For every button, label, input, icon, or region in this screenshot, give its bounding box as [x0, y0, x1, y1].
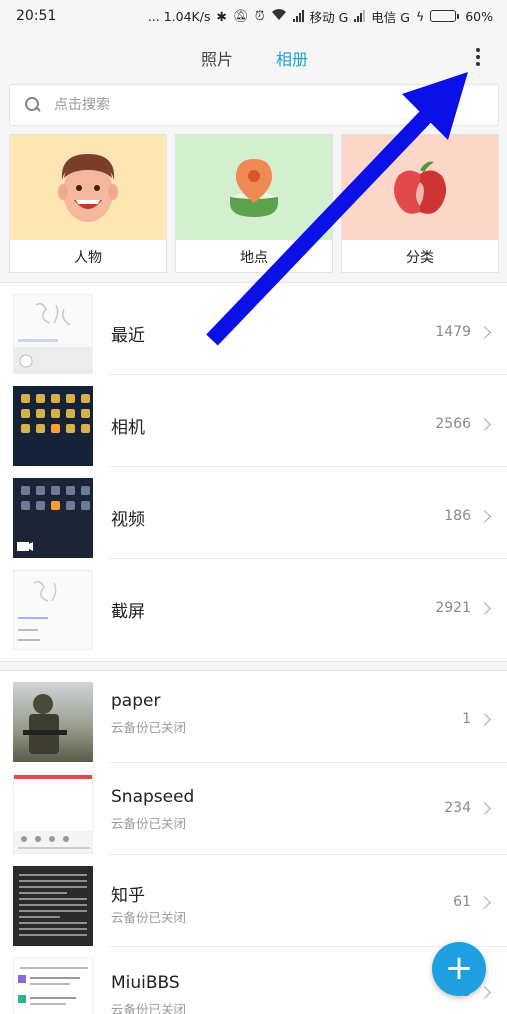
album-row-recent[interactable]: 最近 1479 [0, 283, 507, 375]
bluetooth-icon: ✱ [216, 8, 227, 24]
status-time: 20:51 [16, 8, 57, 24]
album-count: 1479 [435, 324, 471, 340]
album-name: paper [111, 691, 161, 711]
chevron-right-icon [478, 510, 491, 523]
category-people[interactable]: 人物 [9, 134, 167, 273]
album-count: 2921 [435, 600, 471, 616]
tab-photos[interactable]: 照片 [201, 46, 233, 70]
album-name: 截屏 [111, 602, 145, 622]
carrier-1: 移动 G [309, 9, 349, 25]
backup-status: 云备份已关闭 [111, 720, 187, 735]
status-indicators: ... 1.04K/s ✱ 🔕︎ ⏰︎ 移动 G 电信 G ϟ 60% [148, 7, 493, 26]
album-thumbnail [13, 294, 93, 374]
album-name: 最近 [111, 326, 145, 346]
tab-albums[interactable]: 相册 [276, 46, 308, 70]
battery-icon [430, 10, 460, 22]
chevron-right-icon [478, 802, 491, 815]
search-input[interactable] [54, 97, 454, 113]
signal-icon [292, 10, 304, 22]
album-name: 知乎 [111, 886, 145, 906]
location-pin-icon [176, 135, 332, 240]
album-row-video[interactable]: 视频 186 [0, 467, 507, 559]
charging-icon: ϟ [415, 8, 425, 24]
header: 照片 相册 [0, 32, 507, 82]
carrier-2: 电信 G [371, 9, 410, 25]
album-row-miuibbs[interactable]: MiuiBBS 云备份已关闭 5 [0, 947, 507, 1014]
album-count: 61 [453, 894, 471, 910]
chevron-right-icon [478, 418, 491, 431]
album-row-snapseed[interactable]: Snapseed 云备份已关闭 234 [0, 763, 507, 855]
backup-status: 云备份已关闭 [111, 1002, 187, 1014]
album-count: 186 [444, 508, 471, 524]
chevron-right-icon [478, 326, 491, 339]
album-name: MiuiBBS [111, 973, 180, 993]
category-things[interactable]: 分类 [341, 134, 499, 273]
face-icon [10, 135, 166, 240]
album-thumbnail [13, 570, 93, 650]
album-count: 2566 [435, 416, 471, 432]
category-label: 人物 [74, 249, 102, 266]
album-thumbnail [13, 866, 93, 946]
chevron-right-icon [478, 713, 491, 726]
album-name: Snapseed [111, 787, 195, 807]
network-speed: ... 1.04K/s [147, 8, 211, 24]
search-icon [24, 96, 42, 114]
album-row-camera[interactable]: 相机 2566 [0, 375, 507, 467]
album-thumbnail [13, 958, 93, 1014]
album-thumbnail [13, 774, 93, 854]
battery-percent: 60% [465, 8, 493, 24]
album-name: 视频 [111, 510, 145, 530]
wifi-icon [271, 8, 287, 24]
search-bar[interactable] [9, 84, 499, 126]
category-label: 分类 [406, 249, 434, 266]
alarm-icon: ⏰︎ [254, 8, 265, 23]
album-row-screenshots[interactable]: 截屏 2921 [0, 559, 507, 663]
chevron-right-icon [478, 986, 491, 999]
chevron-right-icon [478, 602, 491, 615]
album-thumbnail [13, 386, 93, 466]
other-album-list: paper 云备份已关闭 1 Snapseed 云备份已关闭 234 知乎 云备… [0, 670, 507, 1014]
chevron-right-icon [478, 896, 491, 909]
album-row-paper[interactable]: paper 云备份已关闭 1 [0, 671, 507, 763]
apple-icon [342, 135, 498, 240]
album-list: 最近 1479 相机 2566 视频 186 截屏 2921 [0, 282, 507, 662]
album-row-zhihu[interactable]: 知乎 云备份已关闭 61 [0, 855, 507, 947]
backup-status: 云备份已关闭 [111, 910, 187, 925]
album-count: 1 [462, 711, 471, 727]
more-vertical-icon[interactable] [471, 46, 485, 68]
album-name: 相机 [111, 418, 145, 438]
category-label: 地点 [240, 249, 268, 266]
category-cards: 人物 地点 分类 [9, 134, 500, 274]
status-bar: 20:51 ... 1.04K/s ✱ 🔕︎ ⏰︎ 移动 G 电信 G ϟ 60… [0, 0, 507, 32]
album-thumbnail [13, 478, 93, 558]
album-thumbnail [13, 682, 93, 762]
album-count: 234 [444, 800, 471, 816]
add-album-button[interactable]: + [432, 942, 486, 996]
signal-icon-2 [354, 10, 366, 22]
mute-icon: 🔕︎ [232, 8, 249, 23]
category-places[interactable]: 地点 [175, 134, 333, 273]
backup-status: 云备份已关闭 [111, 816, 187, 831]
